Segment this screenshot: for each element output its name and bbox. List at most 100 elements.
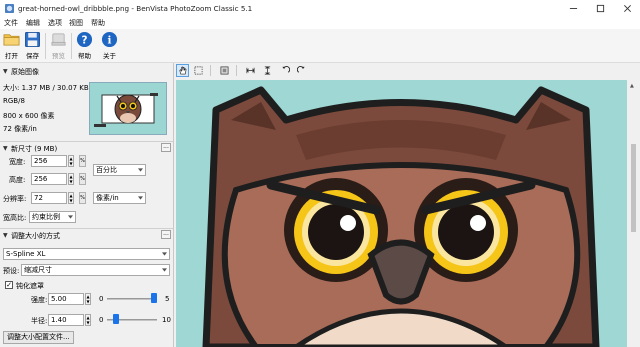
help-button[interactable]: ? 帮助 [75,30,94,62]
fit-width-button[interactable] [244,64,257,77]
app-window: great-horned-owl_dribbble.png - BenVista… [0,0,640,347]
amount-slider-track[interactable] [107,298,157,300]
method-more-button[interactable]: ... [161,230,171,239]
pan-tool-button[interactable] [176,64,189,77]
sharpen-checkbox[interactable]: ✓ [5,281,13,289]
amount-spinner[interactable]: ▲ ▼ [85,293,91,305]
preset-select[interactable]: 缩减尺寸 [21,264,170,276]
resize-profile-button[interactable]: 调整大小配置文件... [3,331,74,344]
newsize-section-header[interactable]: ▼ 新尺寸 (9 MB) ... [0,143,174,154]
sharpen-label: 钝化遮罩 [16,282,44,290]
size-unit-value: 百分比 [96,166,117,174]
collapse-triangle-icon: ▼ [3,68,8,75]
preset-value: 缩减尺寸 [24,266,52,274]
preview-canvas[interactable] [176,80,627,347]
newsize-more-button[interactable]: ... [161,143,171,152]
radius-input[interactable]: 1.40 [48,314,84,326]
menu-edit[interactable]: 编辑 [26,18,40,28]
collapse-triangle-icon: ▼ [3,145,8,152]
folder-icon [3,34,20,46]
width-link-toggle[interactable]: % [79,155,86,167]
menu-bar: 文件 编辑 选项 视图 帮助 [0,17,640,29]
resolution-unit-select[interactable]: 像素/in [93,192,146,204]
preview-icon [51,33,66,46]
vertical-scrollbar[interactable]: ▲ [627,80,640,347]
fit-height-button[interactable] [261,64,274,77]
preview-label: 预览 [52,52,65,60]
help-icon: ? [76,31,93,48]
settings-panel: ▼ 原始图像 大小: 1.37 MB / 30.07 KB RGB/8 800 … [0,63,174,347]
maximize-icon [596,4,604,13]
preview-button[interactable]: 预览 [49,30,68,62]
height-spinner[interactable]: ▲ ▼ [68,173,74,185]
aspect-ratio-value: 约束比例 [32,213,60,221]
menu-options[interactable]: 选项 [48,18,62,28]
owl-thumbnail-image [94,93,158,127]
width-spinner[interactable]: ▲ ▼ [68,155,74,167]
size-unit-select[interactable]: 百分比 [93,164,146,176]
method-section-title: 调整大小的方式 [11,232,60,240]
close-icon [623,5,631,12]
chevron-down-icon [138,196,143,200]
open-button[interactable]: 打开 [2,30,21,62]
amount-input[interactable]: 5.00 [48,293,84,305]
width-input[interactable]: 256 [31,155,67,167]
rotate-right-button[interactable] [295,64,308,77]
original-resolution: 72 像素/in [3,125,37,133]
close-button[interactable] [614,0,640,17]
hand-icon [179,66,187,75]
newsize-section-title: 新尺寸 (9 MB) [11,145,58,153]
floppy-disk-icon [25,32,40,47]
divider [0,141,173,142]
menu-view[interactable]: 视图 [69,18,83,28]
resolution-link-toggle[interactable]: % [79,192,86,204]
original-dimensions: 800 x 600 像素 [3,112,55,120]
original-section-header[interactable]: ▼ 原始图像 [0,66,174,77]
resolution-unit-value: 像素/in [96,194,119,202]
menu-file[interactable]: 文件 [4,18,18,28]
collapse-triangle-icon: ▼ [3,232,8,239]
title-bar: great-horned-owl_dribbble.png - BenVista… [0,0,640,17]
radius-slider-thumb[interactable] [113,314,120,324]
aspect-ratio-label: 宽高比: [3,214,27,222]
menu-help[interactable]: 帮助 [91,18,105,28]
save-label: 保存 [26,52,39,60]
about-button[interactable]: i 关于 [100,30,119,62]
chevron-down-icon [68,215,73,219]
height-input[interactable]: 256 [31,173,67,185]
radius-label: 半径: [31,317,48,325]
radius-min: 0 [99,316,104,324]
crop-select-button[interactable] [192,64,205,77]
maximize-button[interactable] [587,0,613,17]
horizontal-arrows-icon [246,67,255,74]
open-label: 打开 [5,52,18,60]
info-icon: i [101,31,118,48]
rotate-right-icon [297,66,305,73]
window-title: great-horned-owl_dribbble.png - BenVista… [18,4,253,13]
minimize-icon [569,8,577,9]
owl-preview-image [202,86,600,347]
aspect-ratio-select[interactable]: 约束比例 [29,211,76,223]
radius-spinner[interactable]: ▲ ▼ [85,314,91,326]
toolbar-separator [71,33,72,59]
rotate-left-button[interactable] [279,64,292,77]
amount-max: 5 [165,295,170,303]
about-label: 关于 [103,52,116,60]
scroll-up-icon[interactable]: ▲ [630,83,634,89]
fit-view-button[interactable] [218,64,231,77]
rotate-left-icon [282,66,290,73]
save-button[interactable]: 保存 [23,30,42,62]
resolution-input[interactable]: 72 [31,192,67,204]
algorithm-select[interactable]: S-Spline XL [3,248,170,260]
resolution-spinner[interactable]: ▲ ▼ [68,192,74,204]
radius-max: 10 [162,316,171,324]
fit-to-window-icon [220,66,229,75]
svg-text:i: i [108,34,112,46]
minimize-button[interactable] [560,0,586,17]
method-section-header[interactable]: ▼ 调整大小的方式 ... [0,230,174,241]
vertical-arrows-icon [264,66,271,75]
amount-slider-thumb[interactable] [151,293,157,303]
original-section-title: 原始图像 [11,68,39,76]
scrollbar-thumb[interactable] [631,144,636,232]
height-link-toggle[interactable]: % [79,173,86,185]
